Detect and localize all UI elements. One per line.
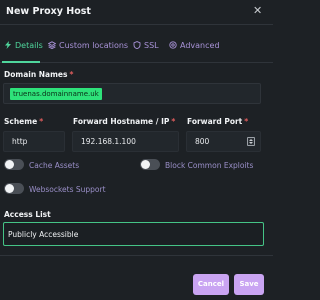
tab-details[interactable]: Details — [4, 38, 43, 52]
access-list-label: Access List — [4, 210, 51, 219]
websockets-label: Websockets Support — [29, 185, 106, 194]
scheme-label: Scheme * — [4, 117, 43, 126]
cancel-button[interactable]: Cancel — [193, 274, 229, 295]
required-marker: * — [171, 117, 176, 126]
domain-names-label: Domain Names * — [4, 70, 73, 79]
lightning-icon — [5, 41, 11, 49]
tab-label: Details — [15, 40, 43, 50]
cache-assets-toggle[interactable] — [4, 159, 24, 170]
domain-names-label-text: Domain Names — [4, 70, 68, 79]
scheme-select[interactable]: http — [3, 131, 65, 152]
tab-label: SSL — [144, 40, 159, 50]
tab-custom-locations[interactable]: Custom locations — [48, 38, 128, 52]
websockets-toggle[interactable] — [4, 183, 24, 194]
close-icon[interactable]: ✕ — [253, 5, 263, 17]
required-marker: * — [69, 70, 74, 79]
forward-host-label-text: Forward Hostname / IP — [73, 117, 170, 126]
tab-ssl[interactable]: SSL — [133, 38, 159, 52]
forward-port-label: Forward Port * — [187, 117, 248, 126]
save-button[interactable]: Save — [234, 274, 264, 295]
block-exploits-label: Block Common Exploits — [165, 161, 254, 170]
layers-icon — [48, 41, 56, 49]
cache-assets-label: Cache Assets — [29, 161, 80, 170]
forward-host-input[interactable]: 192.168.1.100 — [72, 131, 179, 152]
access-list-select[interactable]: Publicly Accessible — [3, 222, 264, 246]
forward-port-value: 800 — [195, 137, 210, 146]
tab-label: Custom locations — [59, 40, 129, 50]
required-marker: * — [244, 117, 249, 126]
scheme-value: http — [12, 137, 28, 146]
shield-icon — [133, 41, 141, 49]
block-exploits-toggle[interactable] — [140, 159, 160, 170]
tab-advanced[interactable]: Advanced — [169, 38, 220, 52]
tab-label: Advanced — [180, 40, 220, 50]
port-stepper[interactable] — [247, 137, 255, 146]
gear-icon — [169, 41, 177, 49]
modal-footer: Cancel Save — [0, 255, 273, 300]
tab-bar: Details Custom locations SSL Advanced — [0, 26, 273, 63]
access-list-value: Publicly Accessible — [8, 230, 79, 239]
forward-host-value: 192.168.1.100 — [81, 137, 136, 146]
forward-port-input[interactable]: 800 — [186, 131, 261, 152]
domain-chip[interactable]: truenas.domainname.uk — [10, 88, 102, 100]
modal-title: New Proxy Host — [6, 6, 91, 17]
active-tab-indicator — [2, 61, 40, 63]
scheme-label-text: Scheme — [4, 117, 38, 126]
forward-host-label: Forward Hostname / IP * — [73, 117, 175, 126]
modal-header: New Proxy Host ✕ — [0, 0, 273, 25]
forward-port-label-text: Forward Port — [187, 117, 243, 126]
required-marker: * — [39, 117, 44, 126]
domain-names-input[interactable]: truenas.domainname.uk — [3, 83, 261, 104]
